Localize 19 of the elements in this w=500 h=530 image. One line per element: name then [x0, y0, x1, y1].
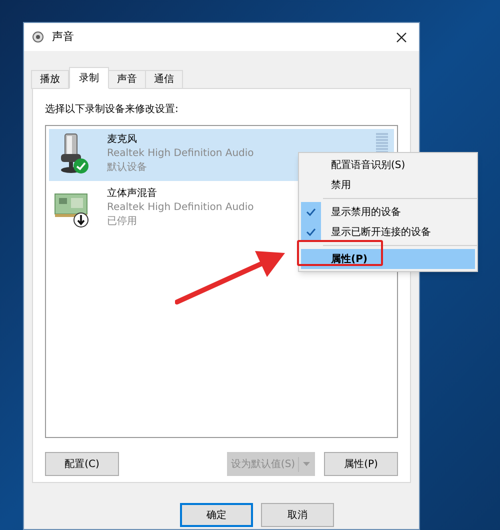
- button-label: 设为默认值(S): [228, 456, 299, 472]
- tab[interactable]: 录制: [69, 67, 109, 89]
- dialog-button[interactable]: 取消: [261, 503, 334, 527]
- instruction-text: 选择以下录制设备来修改设置:: [45, 102, 180, 117]
- menu-item[interactable]: 属性(P): [301, 249, 475, 269]
- driver-name: Realtek High Definition Audio: [107, 147, 254, 161]
- dialog-button[interactable]: 确定: [180, 503, 253, 527]
- close-icon[interactable]: [396, 32, 407, 42]
- tab[interactable]: 通信: [145, 70, 183, 89]
- device-name: 麦克风: [107, 133, 138, 147]
- device-button[interactable]: 属性(P): [324, 452, 398, 476]
- window-title: 声音: [52, 28, 74, 45]
- device-name: 立体声混音: [107, 187, 158, 201]
- driver-name: Realtek High Definition Audio: [107, 201, 254, 215]
- device-status: 默认设备: [107, 161, 148, 175]
- device-status: 已停用: [107, 215, 138, 229]
- tab[interactable]: 播放: [31, 70, 69, 89]
- speaker-icon: [32, 31, 44, 43]
- device-button[interactable]: 配置(C): [45, 452, 119, 476]
